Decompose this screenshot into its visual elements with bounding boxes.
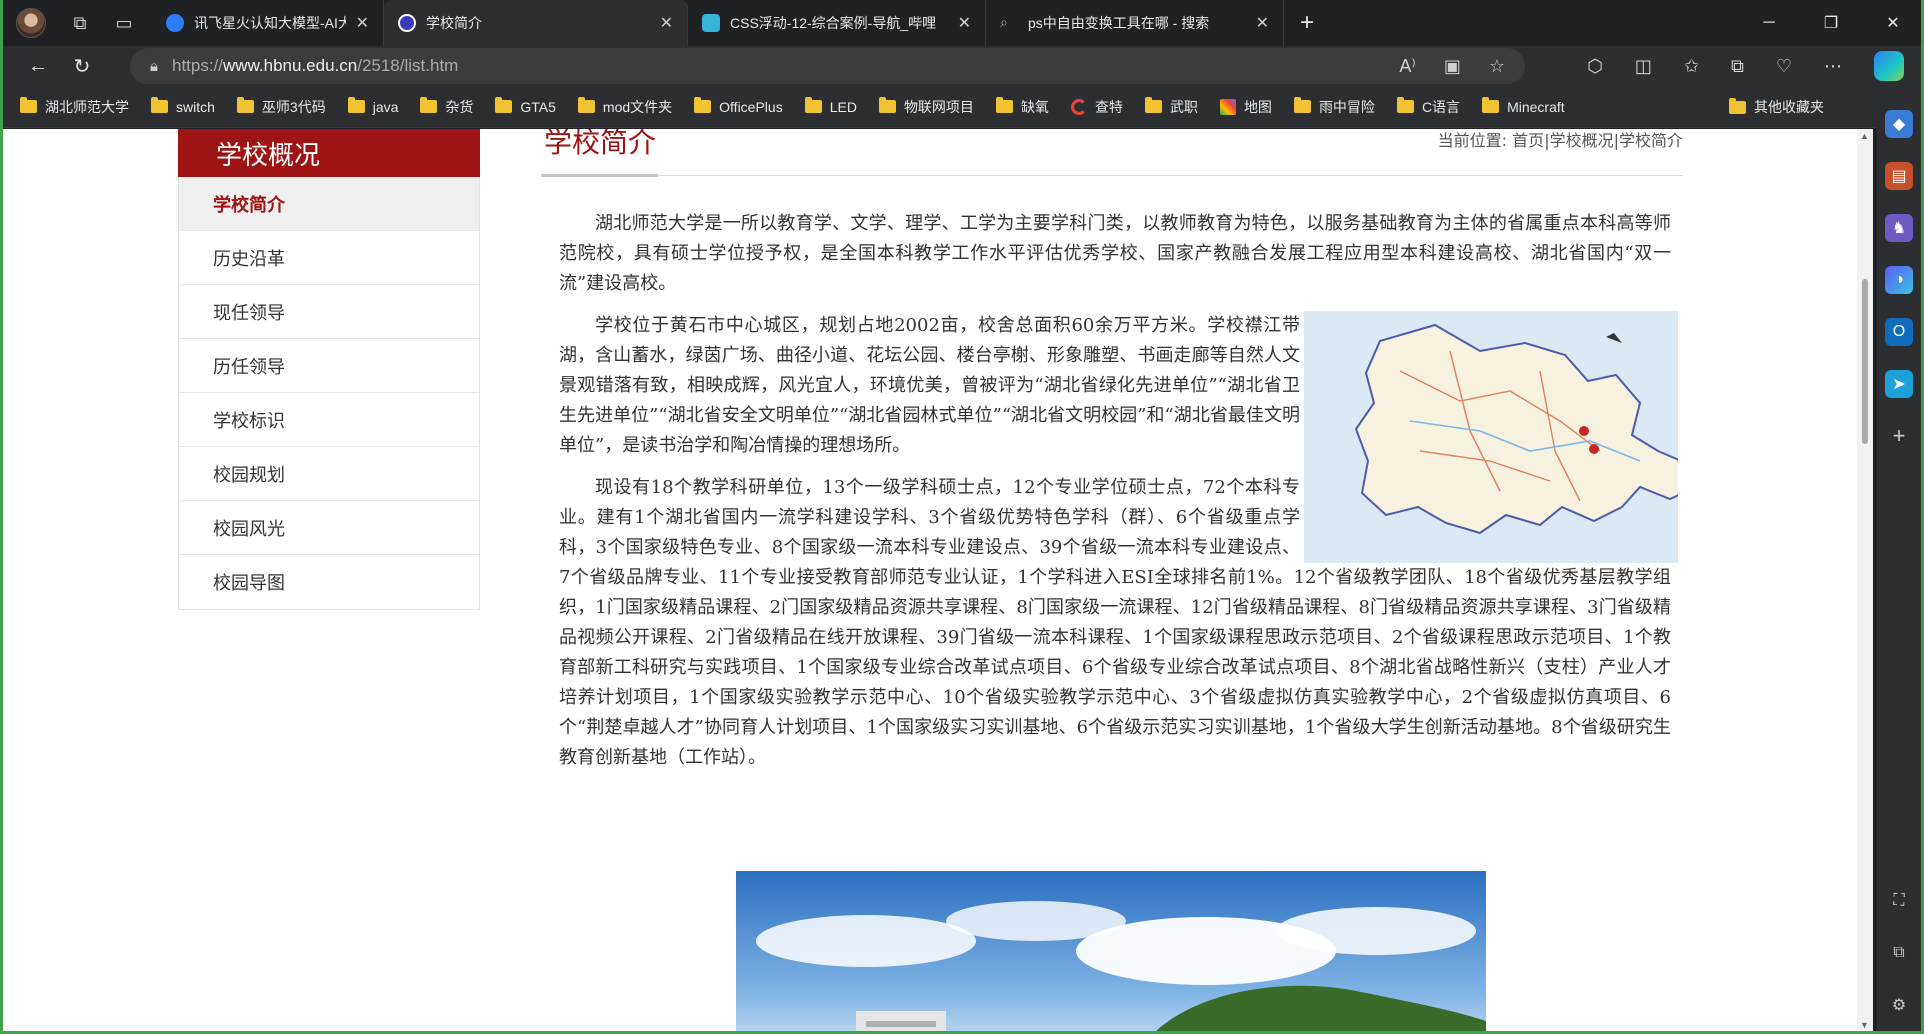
window-border <box>0 0 1924 1034</box>
